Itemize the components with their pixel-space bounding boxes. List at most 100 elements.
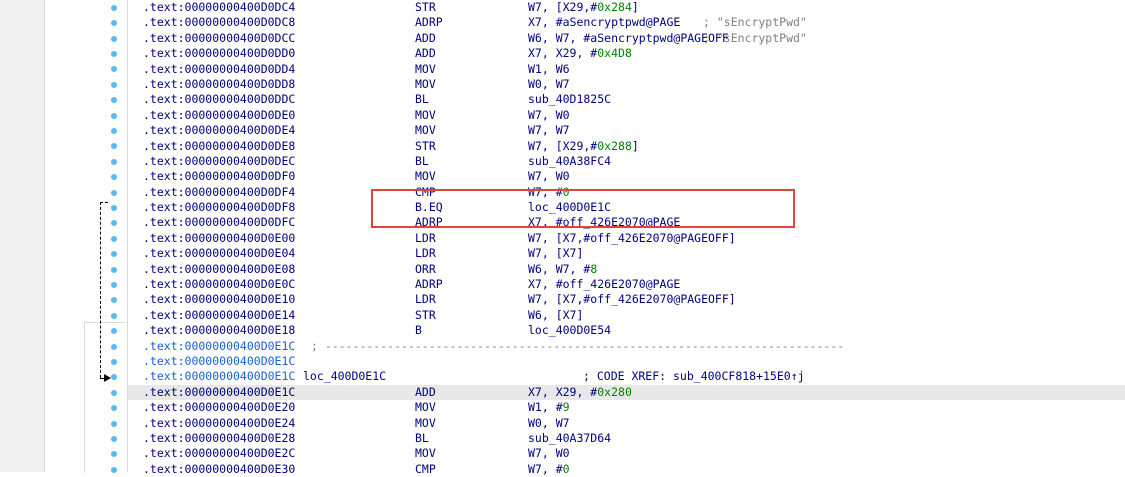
address: .text:00000000400D0DD0	[143, 46, 296, 61]
operands: W7, W0	[528, 446, 570, 461]
instruction-row[interactable]: .text:00000000400D0DEC BL sub_40A38FC4	[128, 154, 1125, 169]
instruction-row[interactable]: .text:00000000400D0E18 Bloc_400D0E54	[128, 323, 1125, 338]
breakpoint-dot[interactable]	[111, 204, 117, 211]
breakpoint-dot[interactable]	[111, 158, 117, 165]
breakpoint-dot[interactable]	[111, 281, 117, 288]
instruction-row[interactable]: .text:00000000400D0E30 CMP W7, #0	[128, 462, 1125, 477]
current-instruction-row[interactable]: .text:00000000400D0E1C ADD X7, X29, #0x280	[128, 384, 1125, 401]
breakpoint-dot[interactable]	[111, 97, 117, 104]
breakpoint-dot[interactable]	[111, 435, 117, 442]
disassembly-listing[interactable]: .text:00000000400D0DC4 STR W7, [X29,#0x284…	[128, 0, 1125, 476]
mnemonic: ADRP	[415, 277, 443, 292]
listing-separator-row[interactable]: .text:00000000400D0E1C ; ----------------…	[128, 339, 1125, 354]
mnemonic: B	[415, 323, 422, 338]
mnemonic: MOV	[415, 123, 436, 138]
breakpoint-dot[interactable]	[111, 220, 117, 227]
branch-arrow-vertical	[100, 202, 101, 378]
left-panel	[0, 0, 45, 472]
instruction-row[interactable]: .text:00000000400D0E14 STR W6, [X7]	[128, 308, 1125, 323]
comment: ; "sEncryptPwd"	[703, 30, 807, 45]
instruction-row[interactable]: .text:00000000400D0DE8 STR W7, [X29,#0x288…	[128, 139, 1125, 154]
breakpoint-dot[interactable]	[111, 174, 117, 181]
instruction-row[interactable]: .text:00000000400D0E08 ORR W6, W7, #8	[128, 262, 1125, 277]
instruction-row[interactable]: .text:00000000400D0DD8 MOV W0, W7	[128, 77, 1125, 92]
address: .text:00000000400D0DE8	[143, 138, 296, 153]
address: .text:00000000400D0DE4	[143, 123, 296, 138]
listing-blank-row[interactable]: .text:00000000400D0E1C	[128, 354, 1125, 369]
breakpoint-dot[interactable]	[111, 420, 117, 427]
instruction-row[interactable]: .text:00000000400D0DE4 MOV W7, W7	[128, 123, 1125, 138]
mnemonic: BL	[415, 153, 429, 168]
instruction-row[interactable]: .text:00000000400D0DCC ADD W6, W7, #aSencr…	[128, 31, 1125, 46]
mnemonic: BL	[415, 92, 429, 107]
instruction-row[interactable]: .text:00000000400D0E28 BL sub_40A37D64	[128, 431, 1125, 446]
mnemonic: STR	[415, 0, 436, 14]
operands: X7, #off_426E2070@PAGE	[528, 277, 681, 292]
breakpoint-dot[interactable]	[111, 312, 117, 319]
breakpoint-dot[interactable]	[111, 81, 117, 88]
breakpoint-dot[interactable]	[111, 20, 117, 27]
instruction-row[interactable]: .text:00000000400D0DE0 MOV W7, W0	[128, 108, 1125, 123]
address: .text:00000000400D0DF4	[143, 184, 296, 199]
instruction-row[interactable]: .text:00000000400D0DC8 ADRP X7, #aSencrypt…	[128, 15, 1125, 30]
mnemonic: LDR	[415, 292, 436, 307]
breakpoint-dot[interactable]	[111, 358, 117, 365]
operands: W1, W6	[528, 61, 570, 76]
instruction-row[interactable]: .text:00000000400D0E04 LDR W7, [X7]	[128, 246, 1125, 261]
address: .text:00000000400D0E08	[143, 261, 296, 276]
mnemonic: BL	[415, 430, 429, 445]
breakpoint-dot[interactable]	[111, 343, 117, 350]
address: .text:00000000400D0E04	[143, 246, 296, 261]
address: .text:00000000400D0E14	[143, 307, 296, 322]
flow-gutter	[45, 0, 128, 473]
mnemonic: ADD	[415, 46, 436, 61]
address: .text:00000000400D0E28	[143, 430, 296, 445]
instruction-row[interactable]: .text:00000000400D0E20 MOV W1, #9	[128, 400, 1125, 415]
operands: W7, [X7,#off_426E2070@PAGEOFF]	[528, 292, 736, 307]
operands: W1, #9	[528, 400, 570, 415]
breakpoint-dot[interactable]	[111, 251, 117, 258]
breakpoint-dot[interactable]	[111, 389, 117, 396]
instruction-row[interactable]: .text:00000000400D0DC4 STR W7, [X29,#0x284…	[128, 0, 1125, 15]
mnemonic: MOV	[415, 169, 436, 184]
breakpoint-dot[interactable]	[111, 297, 117, 304]
branch-arrowhead-icon	[104, 374, 111, 382]
breakpoint-dot[interactable]	[111, 35, 117, 42]
breakpoint-dot[interactable]	[111, 266, 117, 273]
code-xref-comment: ; CODE XREF: sub_400CF818+15E0↑j	[583, 369, 805, 384]
mnemonic: MOV	[415, 76, 436, 91]
address: .text:00000000400D0E10	[143, 292, 296, 307]
breakpoint-dot[interactable]	[111, 50, 117, 57]
instruction-row[interactable]: .text:00000000400D0DD0 ADD X7, X29, #0x4D8	[128, 46, 1125, 61]
breakpoint-dot[interactable]	[111, 127, 117, 134]
breakpoint-dot[interactable]	[111, 143, 117, 150]
breakpoint-dot[interactable]	[111, 112, 117, 119]
instruction-row[interactable]: .text:00000000400D0E2C MOV W7, W0	[128, 446, 1125, 461]
operands: sub_40A38FC4	[528, 153, 612, 168]
breakpoint-dot[interactable]	[111, 189, 117, 196]
comment: ; "sEncryptPwd"	[703, 15, 807, 30]
mnemonic: ADRP	[415, 15, 443, 30]
instruction-row[interactable]: .text:00000000400D0E0C ADRP X7, #off_426E2…	[128, 277, 1125, 292]
instruction-row[interactable]: .text:00000000400D0DD4 MOV W1, W6	[128, 62, 1125, 77]
address: .text:00000000400D0DC4	[143, 0, 296, 14]
address: .text:00000000400D0E2C	[143, 446, 296, 461]
breakpoint-dot[interactable]	[111, 235, 117, 242]
mnemonic: MOV	[415, 446, 436, 461]
instruction-row[interactable]: .text:00000000400D0E10 LDR W7, [X7,#off_42…	[128, 292, 1125, 307]
address: .text:00000000400D0DC8	[143, 15, 296, 30]
mnemonic: MOV	[415, 107, 436, 122]
instruction-row[interactable]: .text:00000000400D0DDC BL sub_40D1825C	[128, 92, 1125, 107]
listing-label-row[interactable]: .text:00000000400D0E1C loc_400D0E1C ; CODE…	[128, 369, 1125, 384]
instruction-row[interactable]: .text:00000000400D0DF8 B.EQ loc_400D0E1C	[128, 200, 1125, 215]
instruction-row[interactable]: .text:00000000400D0E00 LDR W7, [X7,#off_42…	[128, 231, 1125, 246]
mnemonic: MOV	[415, 400, 436, 415]
breakpoint-dot[interactable]	[111, 4, 117, 11]
instruction-row[interactable]: .text:00000000400D0E24 MOV W0, W7	[128, 416, 1125, 431]
instruction-row[interactable]: .text:00000000400D0DF0 MOV W7, W0	[128, 169, 1125, 184]
operands: W6, W7, #8	[528, 261, 598, 276]
address: .text:00000000400D0E0C	[143, 277, 296, 292]
instruction-row[interactable]: .text:00000000400D0DF4 CMP W7, #0	[128, 185, 1125, 200]
instruction-row[interactable]: .text:00000000400D0DFC ADRP X7, #off_426E2…	[128, 215, 1125, 230]
breakpoint-dot[interactable]	[111, 66, 117, 73]
